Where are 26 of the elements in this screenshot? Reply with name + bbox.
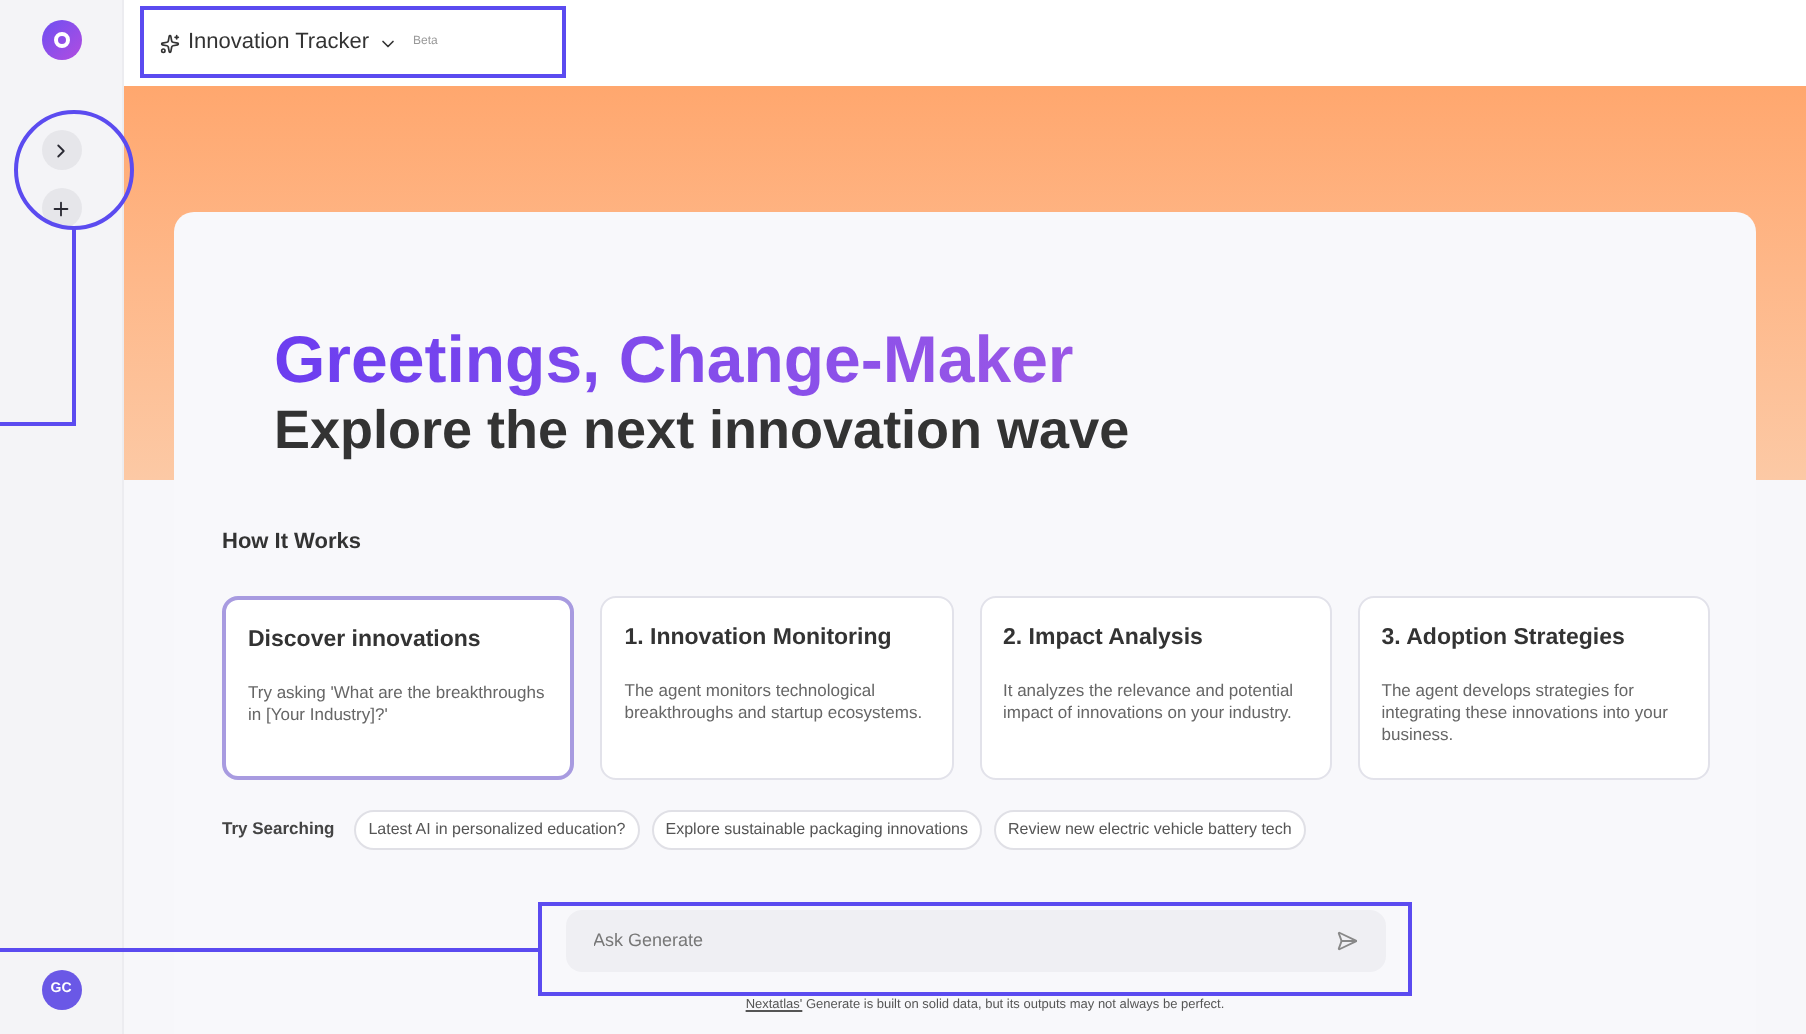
card-description: Try asking 'What are the breakthroughs in [Your Industry]?' — [248, 681, 547, 726]
suggestion-chip[interactable]: Explore sustainable packaging innovations — [651, 809, 982, 849]
card-title: Discover innovations — [248, 625, 483, 655]
greeting-subtitle: Explore the next innovation wave — [274, 398, 1132, 462]
info-card[interactable]: Discover innovations Try asking 'What are the breakthroughs in [Your Industry]?' — [222, 595, 575, 779]
card-title: 2. Impact Analysis — [1003, 623, 1205, 653]
card-title: 3. Adoption Strategies — [1381, 623, 1627, 653]
plus-icon — [50, 197, 72, 219]
prompt-field[interactable]: Ask Generate — [565, 909, 1385, 971]
project-dropdown[interactable]: Innovation Tracker — [160, 26, 397, 60]
expand-button[interactable] — [41, 130, 81, 170]
card-description: The agent develops strategies for integrating these innovations into your business. — [1381, 679, 1670, 746]
sparkle-icon — [160, 33, 180, 53]
info-card[interactable]: 1. Innovation Monitoring The agent monitors technological breakthroughs and startup ecosystems. — [600, 595, 953, 779]
suggestion-chip[interactable]: Latest AI in personalized education? — [354, 809, 640, 849]
section-heading: How It Works — [222, 528, 363, 558]
info-card[interactable]: 2. Impact Analysis It analyzes the relevance and potential impact of innovations on your industry. — [979, 595, 1332, 779]
card-description: The agent monitors technological breakthroughs and startup ecosystems. — [624, 679, 925, 724]
new-button[interactable] — [41, 188, 81, 228]
send-icon[interactable] — [1335, 929, 1357, 951]
suggestions-label: Try Searching — [222, 816, 335, 842]
suggestion-chip[interactable]: Review new electric vehicle battery tech — [993, 809, 1306, 849]
logo-icon — [41, 20, 81, 60]
card-title: 1. Innovation Monitoring — [624, 623, 894, 653]
info-card[interactable]: 3. Adoption Strategies The agent develops strategies for integrating these innovations into your business. — [1357, 595, 1710, 779]
card-description: It analyzes the relevance and potential impact of innovations on your industry. — [1003, 679, 1296, 724]
